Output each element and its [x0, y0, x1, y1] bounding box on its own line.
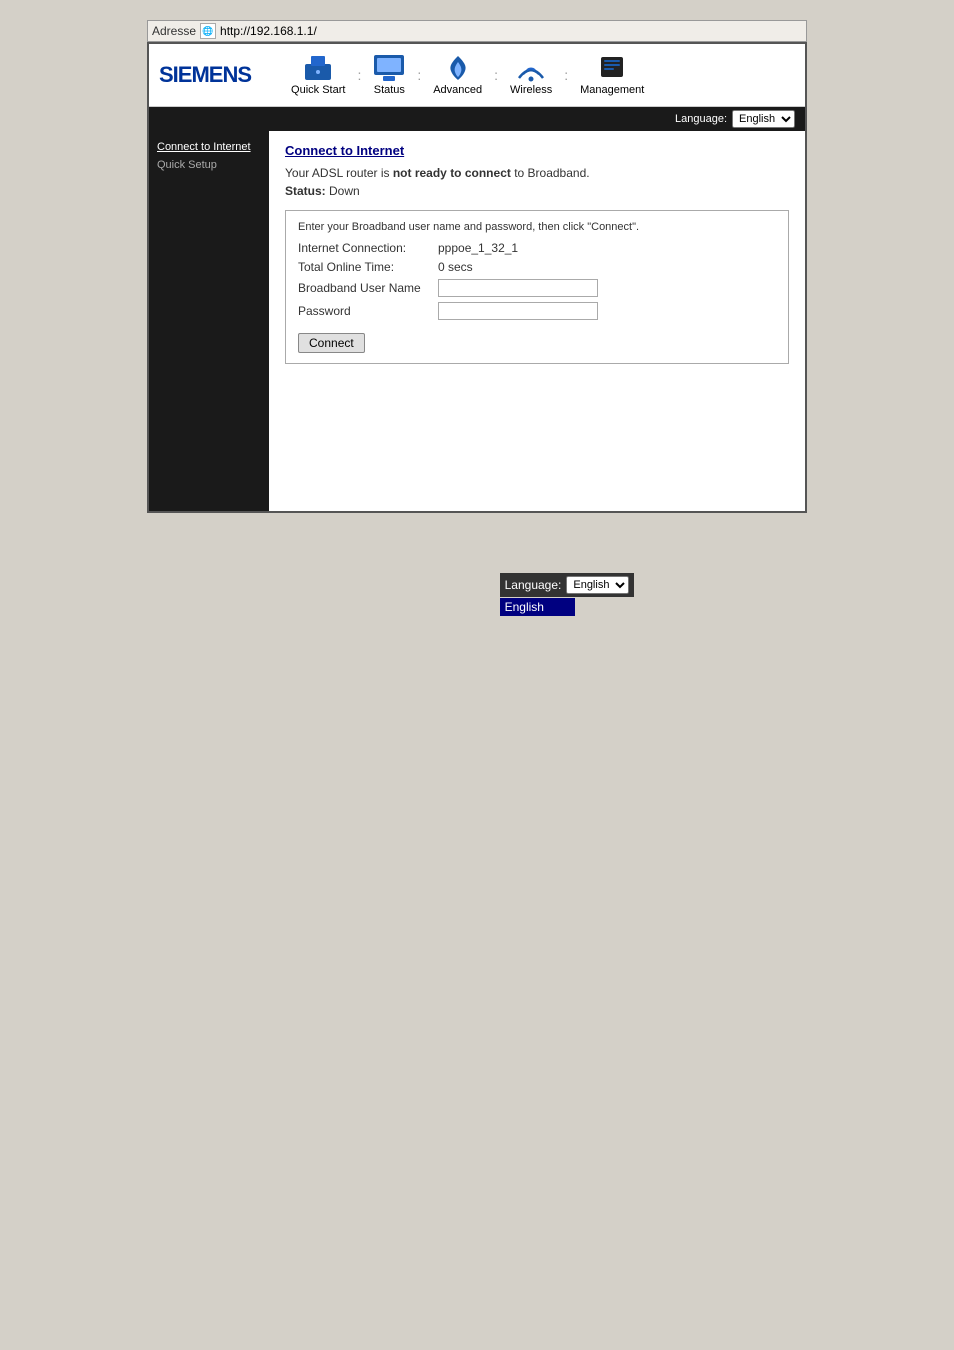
- nav-wireless[interactable]: Wireless: [500, 52, 562, 98]
- status-value: Down: [329, 184, 360, 198]
- box-header: Enter your Broadband user name and passw…: [298, 221, 776, 233]
- bottom-lang-label: Language:: [505, 578, 562, 592]
- main-content: Connect to Internet Your ADSL router is …: [269, 131, 805, 511]
- wireless-icon: [515, 54, 547, 82]
- label-internet: Internet Connection:: [298, 241, 438, 255]
- label-onlinetime: Total Online Time:: [298, 260, 438, 274]
- status-label: Status: [374, 84, 405, 96]
- content-area: Connect to Internet Quick Setup Connect …: [149, 131, 805, 511]
- bottom-section: Language: English English: [500, 573, 635, 616]
- management-svg: [596, 54, 628, 82]
- browser-icon: 🌐: [200, 23, 216, 39]
- advanced-icon: [442, 54, 474, 82]
- sidebar-item-quicksetup[interactable]: Quick Setup: [157, 159, 261, 171]
- quick-start-label: Quick Start: [291, 84, 345, 96]
- sidebar-quicksetup-label[interactable]: Quick Setup: [157, 159, 217, 171]
- sidebar-item-connect[interactable]: Connect to Internet: [157, 141, 261, 153]
- language-select[interactable]: English: [732, 110, 795, 128]
- nav-sep-2: :: [417, 67, 421, 83]
- status-svg: [373, 54, 405, 82]
- wireless-svg: [515, 54, 547, 82]
- nav-sep-1: :: [357, 67, 361, 83]
- nav-bar: SIEMENS Quick Start :: [149, 44, 805, 107]
- sidebar: Connect to Internet Quick Setup: [149, 131, 269, 511]
- wireless-label: Wireless: [510, 84, 552, 96]
- router-frame: SIEMENS Quick Start :: [147, 42, 807, 513]
- form-row-internet: Internet Connection: pppoe_1_32_1: [298, 241, 776, 255]
- status-prefix: Your ADSL router is: [285, 166, 393, 180]
- nav-quick-start[interactable]: Quick Start: [281, 52, 355, 98]
- input-username[interactable]: [438, 279, 598, 297]
- status-text: Your ADSL router is not ready to connect…: [285, 166, 789, 180]
- nav-sep-4: :: [564, 67, 568, 83]
- quick-start-svg: [302, 54, 334, 82]
- value-onlinetime: 0 secs: [438, 260, 473, 274]
- status-bold: not ready to connect: [393, 166, 511, 180]
- nav-sep-3: :: [494, 67, 498, 83]
- label-username: Broadband User Name: [298, 281, 438, 295]
- status-suffix: to Broadband.: [511, 166, 590, 180]
- brand-logo: SIEMENS: [159, 62, 251, 88]
- nav-items: Quick Start : Status :: [281, 52, 654, 98]
- language-label: Language:: [675, 113, 727, 125]
- content-title: Connect to Internet: [285, 143, 789, 158]
- address-url[interactable]: http://192.168.1.1/: [220, 24, 317, 38]
- nav-management[interactable]: Management: [570, 52, 654, 98]
- status-label: Status:: [285, 184, 326, 198]
- address-label: Adresse: [152, 24, 196, 38]
- address-bar: Adresse 🌐 http://192.168.1.1/: [147, 20, 807, 42]
- nav-status[interactable]: Status: [363, 52, 415, 98]
- language-bar: Language: English: [149, 107, 805, 131]
- status-down: Status: Down: [285, 184, 789, 198]
- sidebar-connect-link[interactable]: Connect to Internet: [157, 141, 251, 153]
- form-row-password: Password: [298, 302, 776, 320]
- bottom-lang-open-option[interactable]: English: [500, 598, 575, 616]
- connect-button[interactable]: Connect: [298, 333, 365, 353]
- status-icon: [373, 54, 405, 82]
- bottom-lang-container: Language: English: [500, 573, 635, 597]
- management-icon: [596, 54, 628, 82]
- input-password[interactable]: [438, 302, 598, 320]
- form-row-onlinetime: Total Online Time: 0 secs: [298, 260, 776, 274]
- nav-advanced[interactable]: Advanced: [423, 52, 492, 98]
- connection-box: Enter your Broadband user name and passw…: [285, 210, 789, 364]
- quick-start-icon: [302, 54, 334, 82]
- advanced-svg: [442, 54, 474, 82]
- label-password: Password: [298, 304, 438, 318]
- management-label: Management: [580, 84, 644, 96]
- advanced-label: Advanced: [433, 84, 482, 96]
- value-internet: pppoe_1_32_1: [438, 241, 518, 255]
- bottom-lang-select[interactable]: English: [566, 576, 629, 594]
- form-row-username: Broadband User Name: [298, 279, 776, 297]
